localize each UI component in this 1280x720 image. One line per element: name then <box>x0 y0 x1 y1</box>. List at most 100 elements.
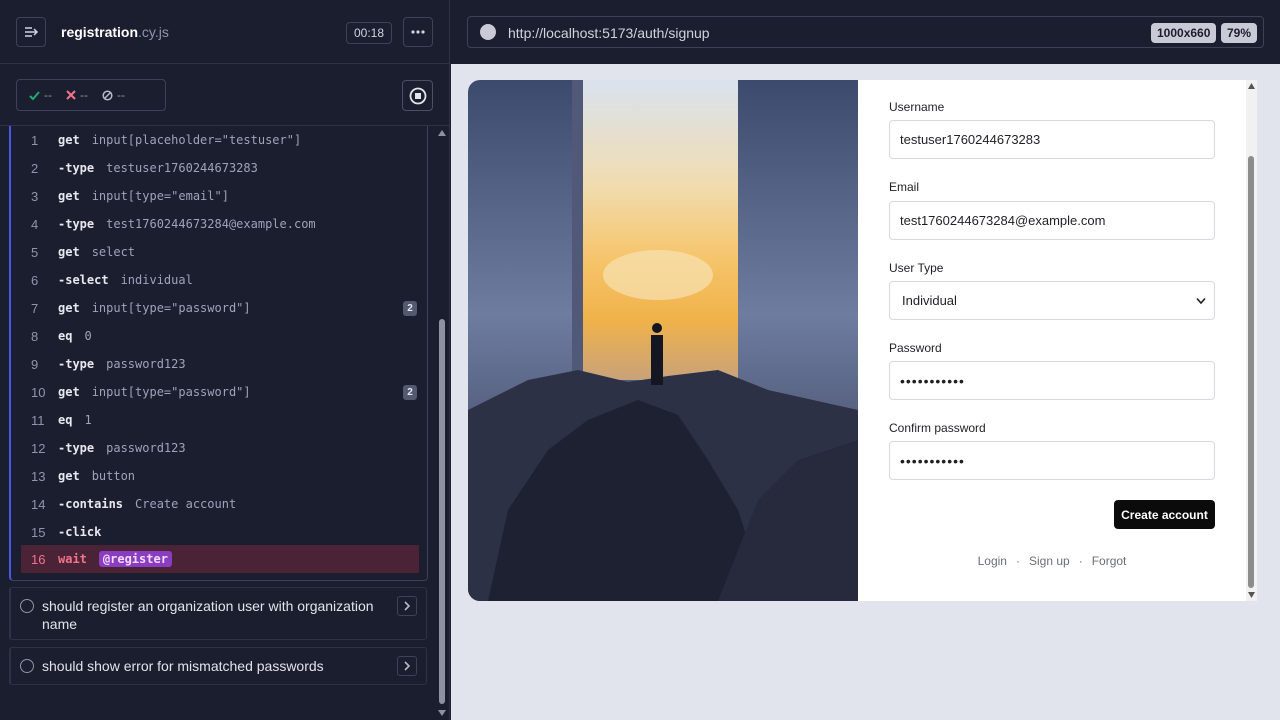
command-arg: testuser1760244673283 <box>106 161 258 175</box>
alias-badge[interactable]: @register <box>98 551 172 567</box>
command-number: 10 <box>31 384 46 400</box>
cypress-runner-panel: registration.cy.js 00:18 -- -- -- 1 get … <box>0 0 450 720</box>
command-name: -click <box>58 525 102 539</box>
command-number: 16 <box>31 551 46 567</box>
chevron-right-icon <box>404 601 411 611</box>
command-number: 3 <box>31 188 39 204</box>
command-row[interactable]: 11 eq 1 <box>21 406 419 434</box>
globe-icon <box>480 24 496 40</box>
url-bar[interactable]: http://localhost:5173/auth/signup 1000x6… <box>467 16 1264 48</box>
stop-button[interactable] <box>402 80 433 111</box>
pending-stat: -- <box>102 88 125 102</box>
command-row[interactable]: 10 get input[type="password"] 2 <box>21 378 419 406</box>
test-title: should register an organization user wit… <box>42 598 374 632</box>
username-label: Username <box>889 100 945 114</box>
command-number: 12 <box>31 440 46 456</box>
expand-test-button[interactable] <box>397 596 417 616</box>
chevron-down-icon <box>1196 297 1206 305</box>
command-row[interactable]: 1 get input[placeholder="testuser"] <box>21 126 419 154</box>
command-name: -type <box>58 217 95 231</box>
check-icon <box>29 90 40 100</box>
command-row[interactable]: 14 -contains Create account <box>21 490 419 518</box>
command-row[interactable]: 8 eq 0 <box>21 322 419 350</box>
command-arg: 1 <box>84 413 92 427</box>
signup-link[interactable]: Sign up <box>1029 554 1070 568</box>
hero-image <box>468 80 858 601</box>
command-number: 8 <box>31 328 39 344</box>
command-name: -select <box>58 273 109 287</box>
more-options-button[interactable] <box>403 17 433 47</box>
email-input[interactable]: test1760244673284@example.com <box>889 201 1215 240</box>
command-row[interactable]: 6 -select individual <box>21 266 419 294</box>
command-row[interactable]: 12 -type password123 <box>21 434 419 462</box>
command-number: 9 <box>31 356 39 372</box>
command-name: get <box>58 133 80 147</box>
collapse-sidebar-button[interactable] <box>16 17 46 47</box>
link-separator: · <box>1078 554 1083 568</box>
command-name: get <box>58 301 80 315</box>
runner-scroll-thumb[interactable] <box>439 319 445 704</box>
runner-scrollbar[interactable] <box>437 129 447 719</box>
element-count-badge: 2 <box>403 385 417 400</box>
app-scrollbar[interactable] <box>1246 80 1257 601</box>
command-arg: input[type="password"] <box>91 385 251 399</box>
command-arg: input[placeholder="testuser"] <box>91 133 302 147</box>
command-log: 1 get input[placeholder="testuser"] 2 -type… <box>9 126 428 581</box>
command-row[interactable]: 4 -type test1760244673284@example.com <box>21 210 419 238</box>
create-account-button[interactable]: Create account <box>1114 500 1215 529</box>
password-label: Password <box>889 341 942 355</box>
command-row[interactable]: 13 get button <box>21 462 419 490</box>
command-name: -type <box>58 357 95 371</box>
signup-form: Username testuser1760244673283 Email tes… <box>889 80 1215 601</box>
command-number: 7 <box>31 300 39 316</box>
url-strip: http://localhost:5173/auth/signup 1000x6… <box>451 0 1280 64</box>
command-name: -type <box>58 161 95 175</box>
viewport-size-badge[interactable]: 1000x660 <box>1151 23 1217 43</box>
command-row[interactable]: 2 -type testuser1760244673283 <box>21 154 419 182</box>
password-input[interactable]: ••••••••••• <box>889 361 1215 400</box>
command-name: get <box>58 245 80 259</box>
command-row[interactable]: 9 -type password123 <box>21 350 419 378</box>
pending-test-icon <box>20 659 34 673</box>
scroll-up-arrow-icon[interactable] <box>438 129 446 137</box>
scroll-down-arrow-icon[interactable] <box>438 709 446 717</box>
user-type-select[interactable]: Individual <box>889 281 1215 320</box>
expand-test-button[interactable] <box>397 656 417 676</box>
test-item-mismatched-passwords[interactable]: should show error for mismatched passwor… <box>9 647 427 685</box>
test-item-organization[interactable]: should register an organization user wit… <box>9 587 427 640</box>
forgot-link[interactable]: Forgot <box>1092 554 1127 568</box>
auth-links: Login · Sign up · Forgot <box>889 554 1215 568</box>
command-row[interactable]: 5 get select <box>21 238 419 266</box>
app-scroll-thumb[interactable] <box>1248 156 1254 588</box>
command-name: get <box>58 469 80 483</box>
scroll-up-arrow-icon[interactable] <box>1248 83 1255 89</box>
command-row-active[interactable]: 16 wait @register <box>21 545 419 573</box>
signup-page: Username testuser1760244673283 Email tes… <box>468 80 1257 601</box>
stats-row: -- -- -- <box>0 64 450 126</box>
x-icon <box>66 90 76 100</box>
spec-title: registration.cy.js <box>61 24 169 40</box>
command-name: -contains <box>58 497 124 511</box>
scroll-down-arrow-icon[interactable] <box>1248 592 1255 598</box>
collapse-icon <box>25 27 39 37</box>
command-number: 13 <box>31 468 46 484</box>
command-row[interactable]: 3 get input[type="email"] <box>21 182 419 210</box>
app-under-test-panel: http://localhost:5173/auth/signup 1000x6… <box>451 0 1280 720</box>
confirm-password-input[interactable]: ••••••••••• <box>889 441 1215 480</box>
command-arg: input[type="password"] <box>91 301 251 315</box>
command-row[interactable]: 7 get input[type="password"] 2 <box>21 294 419 322</box>
command-row[interactable]: 15 -click <box>21 518 419 546</box>
element-count-badge: 2 <box>403 301 417 316</box>
test-stats[interactable]: -- -- -- <box>16 79 166 111</box>
landscape-illustration <box>468 80 858 601</box>
login-link[interactable]: Login <box>978 554 1007 568</box>
username-input[interactable]: testuser1760244673283 <box>889 120 1215 159</box>
run-timer: 00:18 <box>346 22 393 44</box>
command-number: 4 <box>31 216 39 232</box>
command-arg: button <box>91 469 136 483</box>
link-separator: · <box>1015 554 1020 568</box>
command-arg: password123 <box>106 441 186 455</box>
user-type-selected-value: Individual <box>902 293 957 308</box>
command-arg: select <box>91 245 136 259</box>
command-name: get <box>58 189 80 203</box>
